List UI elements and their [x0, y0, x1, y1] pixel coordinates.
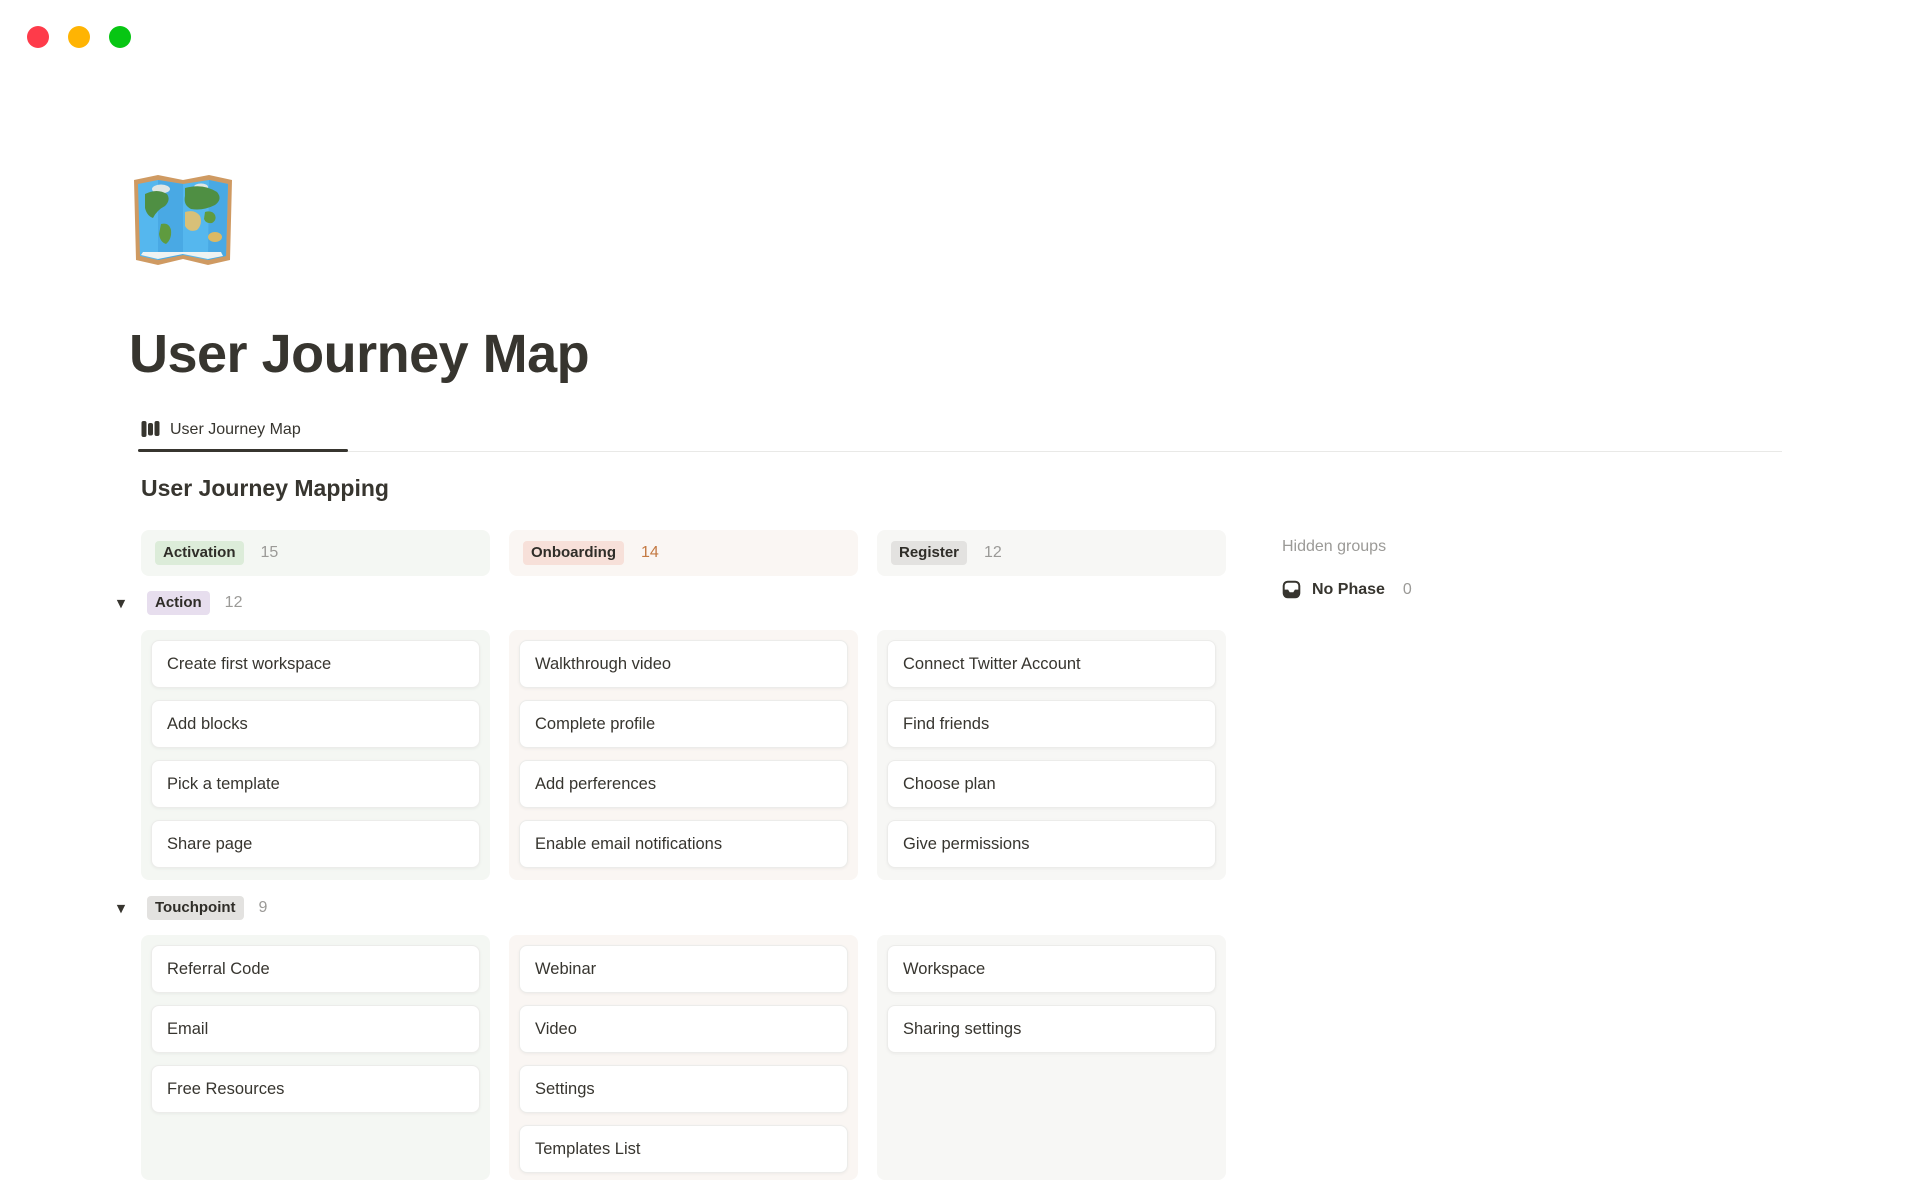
- card[interactable]: Share page: [151, 820, 480, 868]
- notion-window: User Journey Map User Journey Map User J…: [0, 0, 1920, 1200]
- card[interactable]: Workspace: [887, 945, 1216, 993]
- card[interactable]: Find friends: [887, 700, 1216, 748]
- action-onboarding-panel: Walkthrough video Complete profile Add p…: [509, 630, 858, 880]
- group-count: 12: [225, 594, 243, 612]
- tab-user-journey-map[interactable]: User Journey Map: [141, 420, 301, 439]
- card[interactable]: Connect Twitter Account: [887, 640, 1216, 688]
- hidden-groups-label: Hidden groups: [1282, 538, 1386, 556]
- card[interactable]: Add perferences: [519, 760, 848, 808]
- card[interactable]: Choose plan: [887, 760, 1216, 808]
- card[interactable]: Complete profile: [519, 700, 848, 748]
- card[interactable]: Pick a template: [151, 760, 480, 808]
- page-title[interactable]: User Journey Map: [129, 322, 589, 386]
- board-view-icon: [141, 420, 160, 439]
- collapse-triangle-icon[interactable]: ▼: [110, 597, 132, 610]
- tab-label: User Journey Map: [170, 421, 301, 439]
- card[interactable]: Templates List: [519, 1125, 848, 1173]
- group-header-touchpoint: ▼ Touchpoint 9: [110, 893, 267, 923]
- board-title: User Journey Mapping: [141, 475, 389, 502]
- tab-divider: [141, 451, 1782, 452]
- card[interactable]: Referral Code: [151, 945, 480, 993]
- column-header-onboarding[interactable]: Onboarding 14: [509, 530, 858, 576]
- window-controls: [27, 26, 131, 48]
- group-count: 9: [259, 899, 268, 917]
- hidden-group-no-phase[interactable]: No Phase 0: [1282, 580, 1412, 599]
- card[interactable]: Free Resources: [151, 1065, 480, 1113]
- card[interactable]: Enable email notifications: [519, 820, 848, 868]
- view-tab-bar: User Journey Map: [0, 414, 1920, 456]
- column-count: 14: [641, 544, 659, 562]
- card[interactable]: Give permissions: [887, 820, 1216, 868]
- action-activation-panel: Create first workspace Add blocks Pick a…: [141, 630, 490, 880]
- touchpoint-register-panel: Workspace Sharing settings: [877, 935, 1226, 1180]
- group-header-action: ▼ Action 12: [110, 588, 242, 618]
- collapse-triangle-icon[interactable]: ▼: [110, 902, 132, 915]
- card[interactable]: Walkthrough video: [519, 640, 848, 688]
- column-badge: Activation: [155, 541, 244, 565]
- card[interactable]: Email: [151, 1005, 480, 1053]
- zoom-button[interactable]: [109, 26, 131, 48]
- column-badge: Onboarding: [523, 541, 624, 565]
- card[interactable]: Webinar: [519, 945, 848, 993]
- action-register-panel: Connect Twitter Account Find friends Cho…: [877, 630, 1226, 880]
- column-badge: Register: [891, 541, 967, 565]
- column-count: 15: [261, 544, 279, 562]
- no-phase-inbox-icon: [1282, 580, 1301, 599]
- minimize-button[interactable]: [68, 26, 90, 48]
- card[interactable]: Sharing settings: [887, 1005, 1216, 1053]
- column-header-activation[interactable]: Activation 15: [141, 530, 490, 576]
- group-badge[interactable]: Action: [147, 591, 210, 615]
- card[interactable]: Create first workspace: [151, 640, 480, 688]
- active-tab-indicator: [138, 449, 348, 452]
- touchpoint-activation-panel: Referral Code Email Free Resources: [141, 935, 490, 1180]
- card[interactable]: Add blocks: [151, 700, 480, 748]
- close-button[interactable]: [27, 26, 49, 48]
- no-phase-count: 0: [1403, 581, 1412, 599]
- card[interactable]: Video: [519, 1005, 848, 1053]
- world-map-emoji-icon[interactable]: [131, 172, 235, 268]
- touchpoint-onboarding-panel: Webinar Video Settings Templates List: [509, 935, 858, 1180]
- group-badge[interactable]: Touchpoint: [147, 896, 244, 920]
- card[interactable]: Settings: [519, 1065, 848, 1113]
- column-count: 12: [984, 544, 1002, 562]
- no-phase-label: No Phase: [1312, 581, 1385, 599]
- column-header-register[interactable]: Register 12: [877, 530, 1226, 576]
